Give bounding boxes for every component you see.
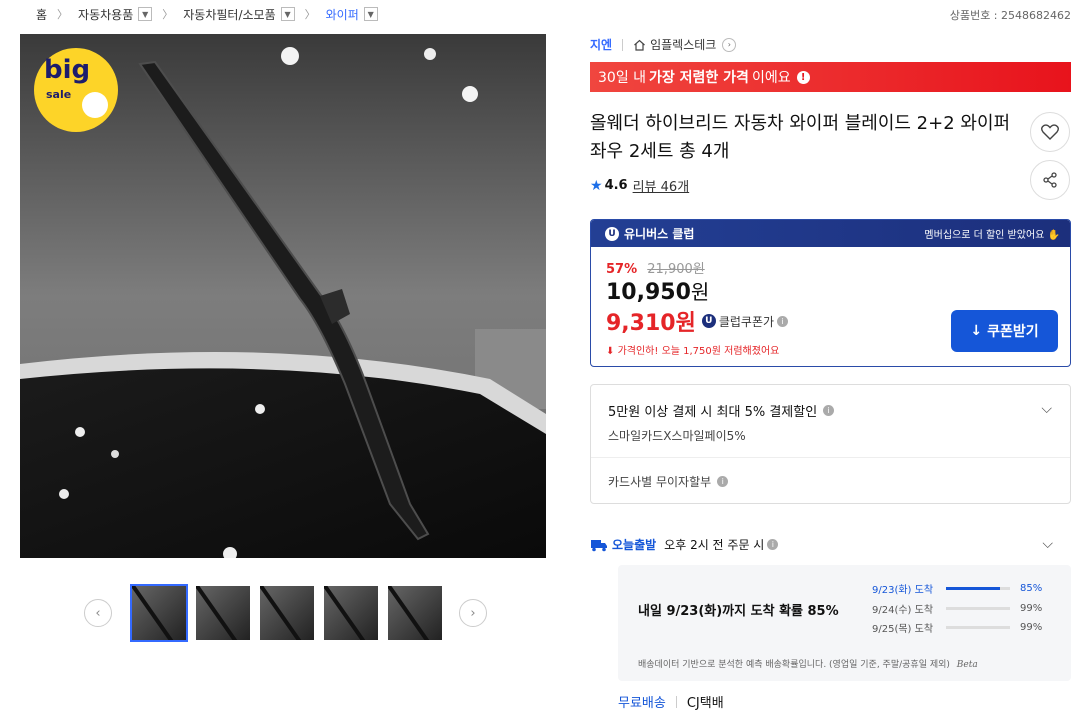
brand-link[interactable]: 지엔 [590,36,612,53]
bunny-mascot-icon [82,92,108,118]
breadcrumb-item-2[interactable]: 자동차필터/소모품 [183,6,275,23]
info-icon[interactable]: i [823,405,835,416]
get-coupon-button[interactable]: ↓ 쿠폰받기 [951,310,1058,352]
probability-bar [946,587,1001,590]
breadcrumb-item-3[interactable]: 와이퍼 [326,6,359,23]
shipping-row: 무료배송 CJ택배 [618,692,724,711]
info-icon[interactable]: i [767,539,779,550]
today-dispatch-label: 오늘출발 [612,538,657,552]
arrival-probability-box: 내일 9/23(화)까지 도착 확률 85% 9/23(화) 도착 85% 9/… [618,565,1071,681]
chevron-down-icon[interactable]: ⌵ [1042,536,1053,552]
original-price: 21,900원 [647,262,705,277]
chevron-down-icon[interactable]: ⌵ [1041,401,1052,417]
card-discount-text: 5만원 이상 결제 시 최대 5% 결제할인 [608,405,818,420]
chevron-down-icon[interactable]: ▼ [363,7,378,21]
product-title: 올웨더 하이브리드 자동차 와이퍼 블레이드 2+2 와이퍼 좌우 2세트 총 … [590,113,1011,162]
home-icon [634,39,645,51]
wishlist-button[interactable] [1030,112,1070,152]
universe-club-icon: U [701,314,716,328]
chevron-right-icon: › [722,37,737,52]
store-link[interactable]: 임플렉스테크 › [633,36,737,53]
arrow-down-icon: ⬇ [606,346,615,357]
download-icon: ↓ [970,323,983,339]
share-icon [1043,172,1057,188]
rating-score: 4.6 [604,178,628,193]
delivery-condition: 오후 2시 전 주문 시 [664,538,765,552]
thumbnail[interactable] [196,586,250,640]
thumbnail[interactable] [130,584,188,642]
info-icon[interactable]: ! [796,70,810,84]
club-name: 유니버스 클럽 [624,227,695,241]
probability-bar [946,626,1010,629]
arrival-row: 9/24(수) 도착 99% [872,603,1043,616]
thumbnail[interactable] [260,586,314,640]
breadcrumb: 홈 〉 자동차용품 ▼ 〉 자동차필터/소모품 ▼ 〉 와이퍼 ▼ [36,5,378,23]
thumbnail-next-button[interactable]: › [459,599,487,627]
thumbnail-prev-button[interactable]: ‹ [84,599,112,627]
club-header: U 유니버스 클럽 멤버십으로 더 할인 받았어요 ✋ [591,220,1070,247]
thumbnail[interactable] [388,586,442,640]
breadcrumb-item-1[interactable]: 자동차용품 [78,6,133,23]
discount-percent: 57% [606,262,638,277]
delivery-row: 오늘출발 오후 2시 전 주문 시 i ⌵ [590,536,1071,553]
arrival-row: 9/23(화) 도착 85% [872,583,1043,596]
thumbnail[interactable] [324,586,378,640]
info-icon[interactable]: i [777,315,789,327]
breadcrumb-separator: 〉 [57,8,69,21]
beta-label: Beta [956,660,978,670]
price-cut-notice: ⬇ 가격인하! 오늘 1,750원 저렴해졌어요 [606,346,780,357]
arrival-headline: 내일 9/23(화)까지 도착 확률 85% [638,604,839,619]
breadcrumb-separator: 〉 [304,8,316,21]
breadcrumb-home[interactable]: 홈 [36,6,47,23]
arrival-row: 9/25(목) 도착 99% [872,622,1043,635]
club-promo[interactable]: 멤버십으로 더 할인 받았어요 ✋ [924,226,1060,241]
arrival-note: 배송데이터 기반으로 분석한 예측 배송확률입니다. (영업일 기준, 주말/공… [638,660,978,670]
chevron-down-icon[interactable]: ▼ [280,7,295,21]
thumbnail-strip: ‹ › [84,584,487,642]
review-link[interactable]: 리뷰 46개 [633,176,690,195]
free-shipping-label: 무료배송 [618,696,666,711]
store-name: 임플렉스테크 [650,38,717,52]
share-button[interactable] [1030,160,1070,200]
breadcrumb-separator: 〉 [162,8,174,21]
installment-text: 카드사별 무이자할부 [608,475,712,489]
card-benefit-box[interactable]: 5만원 이상 결제 시 최대 5% 결제할인 i ⌵ 스마일카드X스마일페이5%… [590,384,1071,504]
lowest-price-banner: 30일 내 가장 저렴한 가격 이에요 ! [590,62,1071,92]
info-icon[interactable]: i [717,476,729,487]
universe-club-icon: U [605,226,619,241]
courier-name: CJ택배 [686,696,724,711]
probability-bar [946,607,1010,610]
rating: ★ 4.6 리뷰 46개 [590,176,690,196]
truck-icon [591,539,607,551]
smile-card-text: 스마일카드X스마일페이5% [608,429,746,443]
product-main-image[interactable]: big sale [20,34,546,558]
club-coupon-price: 9,310원 U 클럽쿠폰가 i [606,305,789,337]
discount-row: 57% 21,900원 [606,258,705,277]
product-number: 상품번호 : 2548682462 [949,9,1071,22]
brand-row: 지엔 임플렉스테크 › [590,36,737,53]
big-sale-badge: big sale [34,48,118,132]
chevron-down-icon[interactable]: ▼ [138,7,153,21]
heart-icon [1041,124,1059,140]
star-icon: ★ [590,177,603,194]
sale-price: 10,950원 [606,280,710,305]
club-price-box: U 유니버스 클럽 멤버십으로 더 할인 받았어요 ✋ 57% 21,900원 … [590,219,1071,367]
